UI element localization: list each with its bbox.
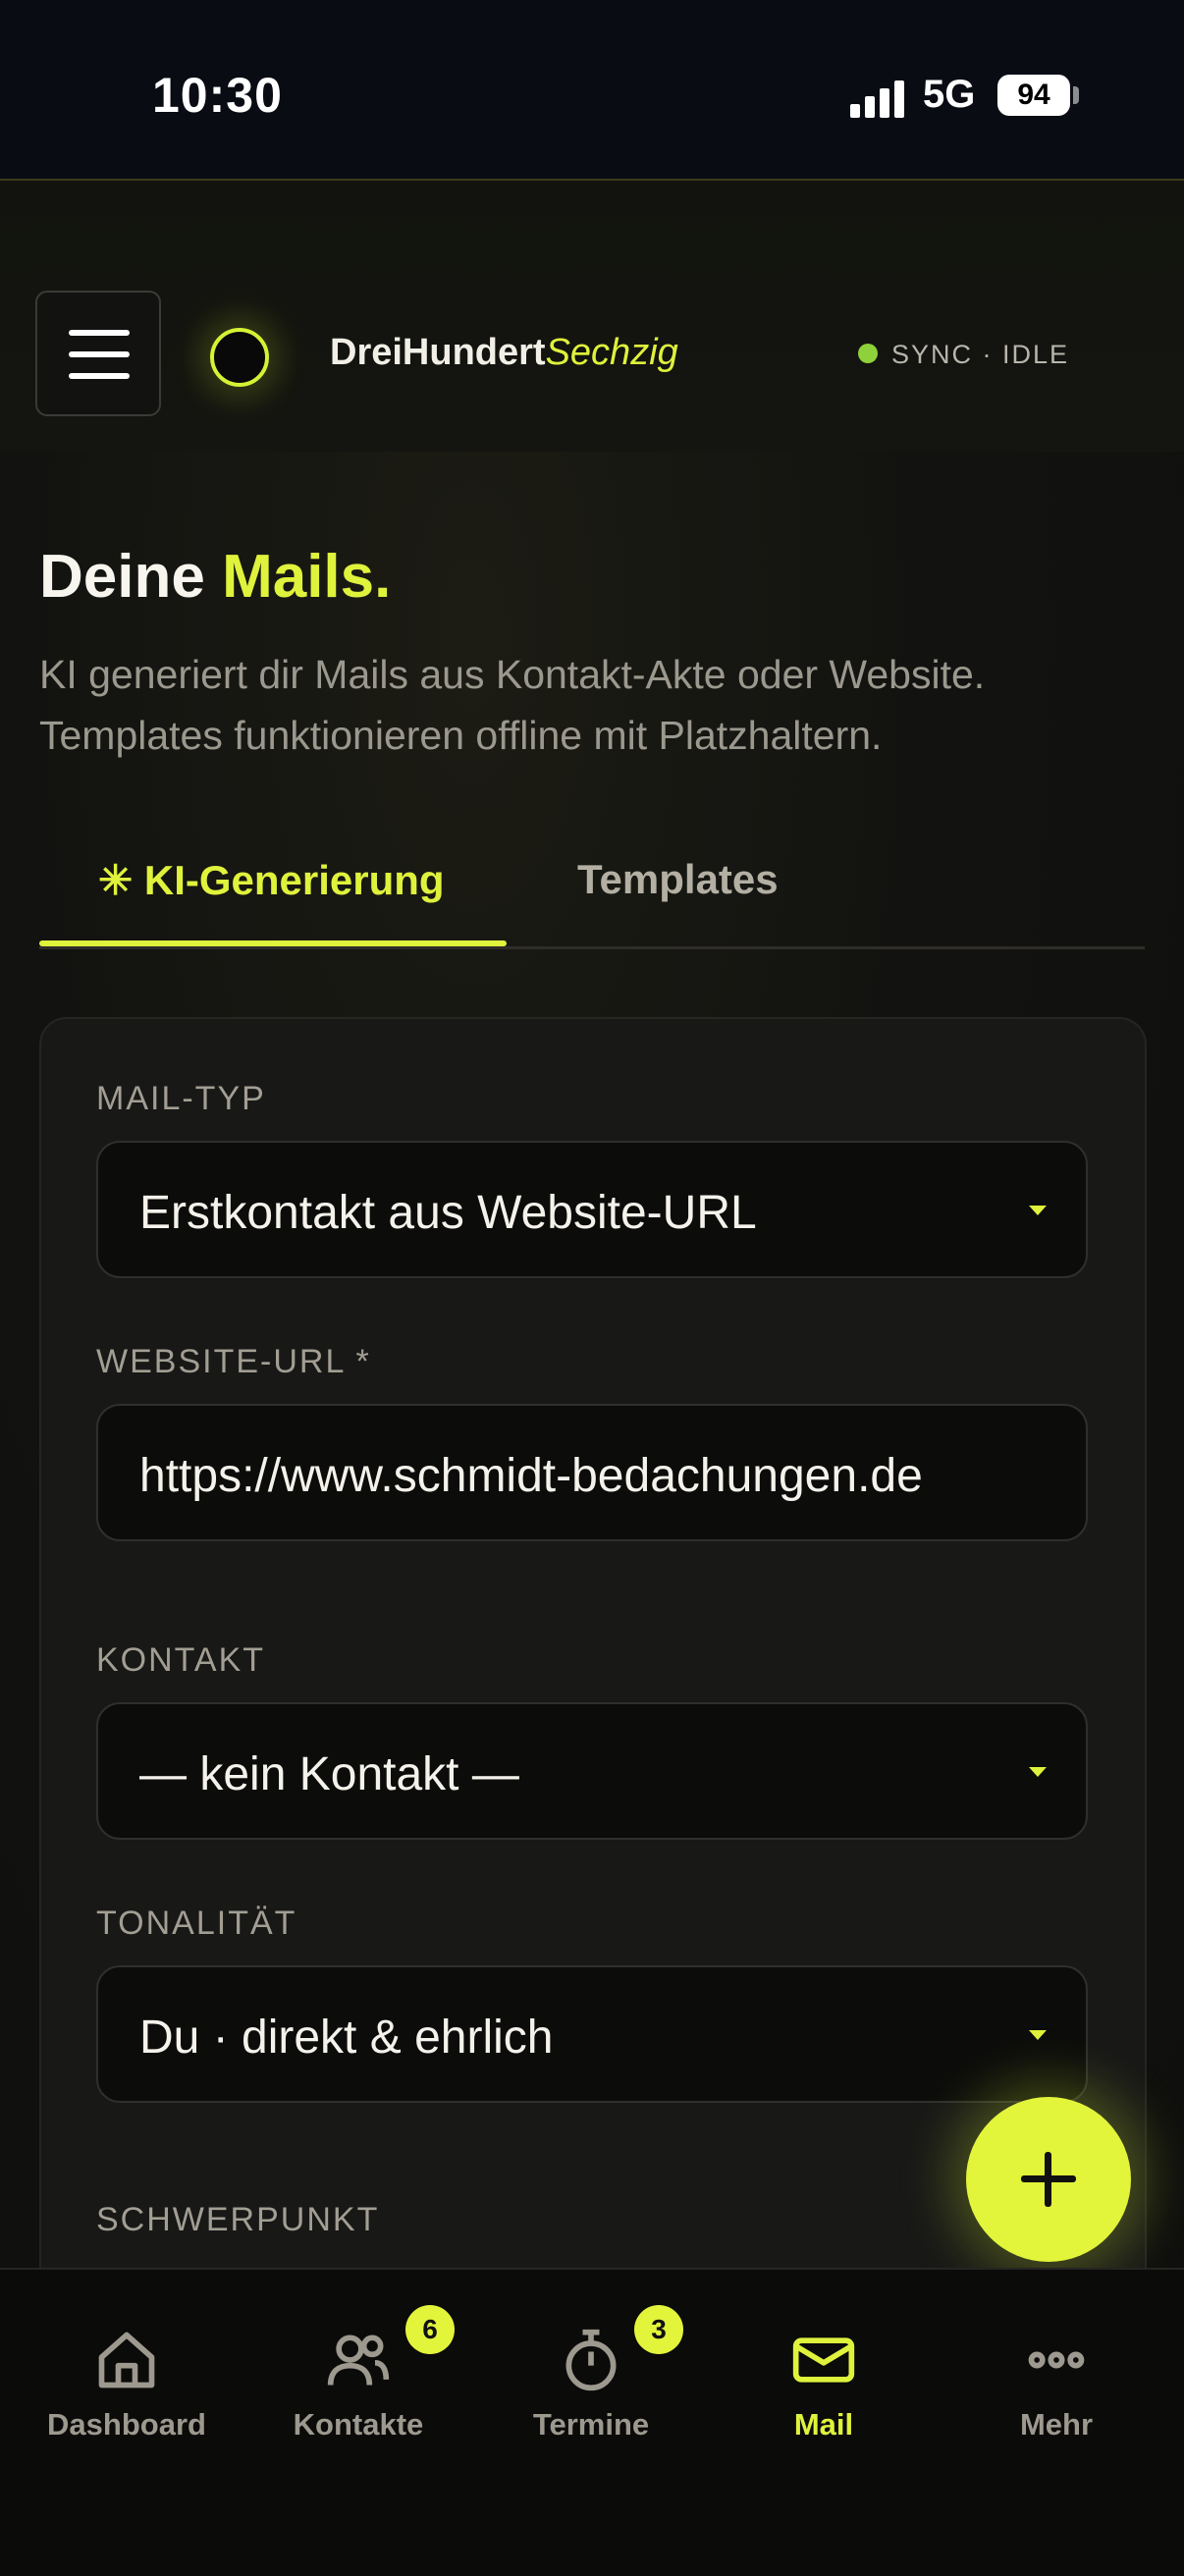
plus-icon-vertical <box>1045 2152 1051 2207</box>
chevron-down-icon <box>1029 2030 1047 2040</box>
contact-value: — kein Kontakt — <box>139 1748 519 1800</box>
tab-bar: ✳ KI-Generierung Templates <box>39 834 1145 949</box>
signal-icon <box>850 79 905 118</box>
mail-type-value: Erstkontakt aus Website-URL <box>139 1187 757 1239</box>
add-button[interactable] <box>966 2097 1131 2262</box>
termine-badge: 3 <box>634 2305 683 2354</box>
page-title-accent: Mails. <box>222 543 392 611</box>
website-url-label: WEBSITE-URL * <box>96 1343 371 1380</box>
brand-name[interactable]: DreiHundertSechzig <box>330 332 678 374</box>
tab-templates[interactable]: Templates <box>577 856 779 903</box>
page-subtitle: KI generiert dir Mails aus Kontakt-Akte … <box>39 652 986 758</box>
page-title: Deine Mails. <box>39 542 391 612</box>
chevron-down-icon <box>1029 1206 1047 1215</box>
nav-termine-label: Termine <box>532 2407 650 2442</box>
page-title-main: Deine <box>39 543 205 611</box>
nav-dashboard[interactable]: Dashboard <box>28 2327 225 2442</box>
chevron-down-icon <box>1029 1767 1047 1777</box>
hamburger-line <box>69 373 130 379</box>
tone-select[interactable]: Du · direkt & ehrlich <box>96 1965 1088 2103</box>
sync-status-text: SYNC · IDLE <box>891 340 1070 369</box>
brand-accent: Sechzig <box>545 332 678 373</box>
mail-type-select[interactable]: Erstkontakt aus Website-URL <box>96 1141 1088 1278</box>
kontakte-badge: 6 <box>405 2305 455 2354</box>
battery-icon: 94 <box>997 75 1070 116</box>
status-bar: 10:30 5G 94 <box>0 0 1184 179</box>
network-type: 5G <box>923 73 976 116</box>
contact-label: KONTAKT <box>96 1641 266 1679</box>
tab-ki-generierung[interactable]: ✳ KI-Generierung <box>98 856 445 904</box>
nav-kontakte-label: Kontakte <box>293 2407 424 2442</box>
active-tab-indicator <box>39 940 507 946</box>
nav-mail-label: Mail <box>793 2407 854 2442</box>
mail-icon <box>792 2337 855 2383</box>
tone-label: TONALITÄT <box>96 1905 297 1942</box>
nav-mehr-label: Mehr <box>1019 2407 1094 2442</box>
app-header: DreiHundertSechzig SYNC · IDLE <box>0 179 1184 454</box>
mail-type-label: MAIL-TYP <box>96 1080 266 1117</box>
home-icon <box>98 2332 155 2388</box>
battery-tip <box>1073 86 1079 104</box>
nav-mehr[interactable]: Mehr <box>958 2327 1155 2442</box>
more-dots-icon <box>1028 2351 1085 2369</box>
contact-select[interactable]: — kein Kontakt — <box>96 1702 1088 1840</box>
logo-icon <box>210 328 269 387</box>
menu-button[interactable] <box>35 291 161 416</box>
status-time: 10:30 <box>152 68 283 123</box>
sync-dot-icon <box>858 343 878 363</box>
bottom-nav: Dashboard 6 Kontakte 3 Termine Mail Mehr <box>0 2268 1184 2576</box>
nav-termine[interactable]: 3 Termine <box>493 2305 689 2442</box>
stopwatch-icon <box>565 2329 617 2391</box>
sync-status: SYNC · IDLE <box>858 340 1069 370</box>
nav-kontakte[interactable]: 6 Kontakte <box>260 2305 457 2442</box>
main-content: Deine Mails. KI generiert dir Mails aus … <box>0 452 1184 2395</box>
nav-dashboard-label: Dashboard <box>47 2407 206 2442</box>
hamburger-line <box>69 351 130 357</box>
brand-main: DreiHundert <box>330 332 546 373</box>
nav-mail[interactable]: Mail <box>726 2327 922 2442</box>
tone-value: Du · direkt & ehrlich <box>139 2012 554 2064</box>
website-url-value: https://www.schmidt-bedachungen.de <box>139 1450 923 1502</box>
hamburger-icon <box>69 330 130 336</box>
website-url-input[interactable]: https://www.schmidt-bedachungen.de <box>96 1404 1088 1541</box>
focus-label: SCHWERPUNKT <box>96 2201 380 2238</box>
users-icon <box>327 2334 390 2386</box>
